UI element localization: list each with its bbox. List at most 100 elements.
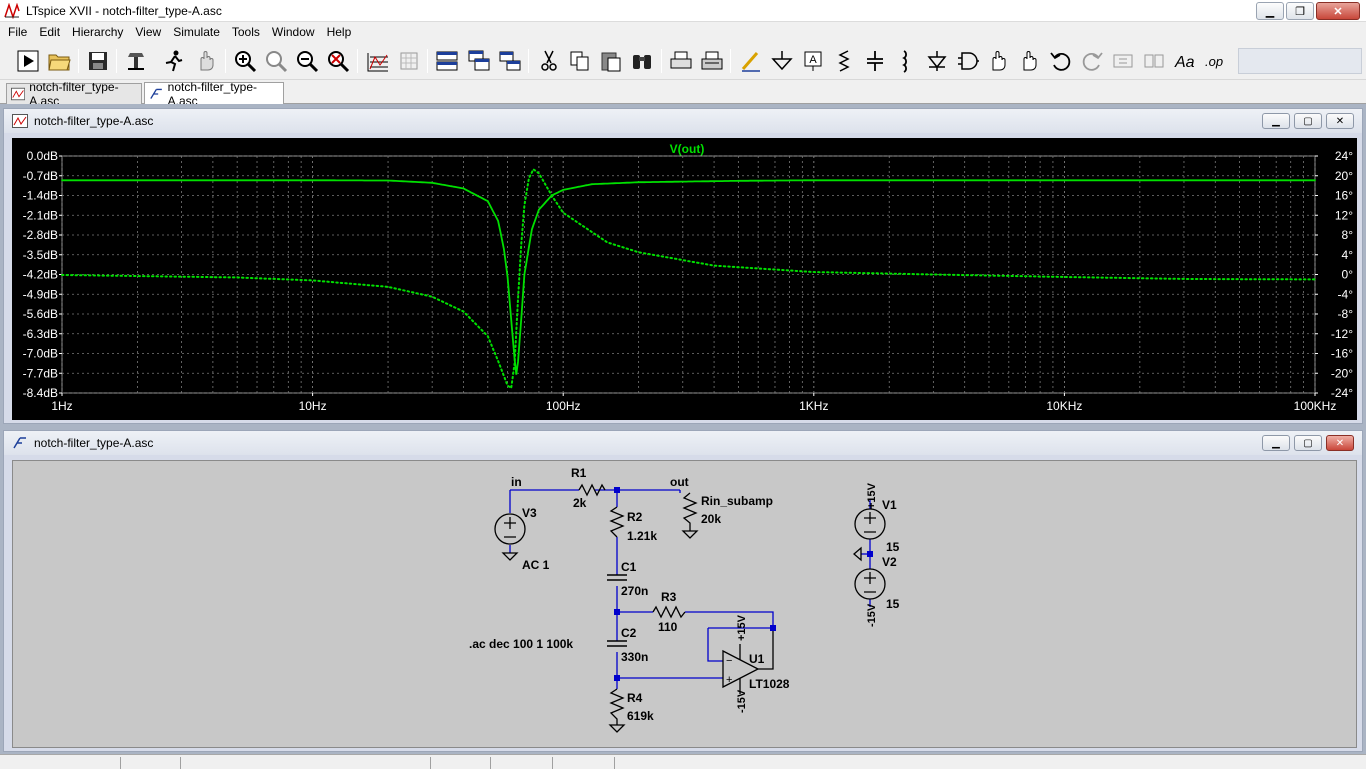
print-setup-button[interactable] xyxy=(698,47,726,75)
menu-file[interactable]: File xyxy=(2,22,33,42)
ground-button[interactable] xyxy=(768,47,796,75)
net-label-v1-plus15[interactable]: +15V xyxy=(866,482,878,509)
value-c1[interactable]: 270n xyxy=(621,584,648,598)
label-v2[interactable]: V2 xyxy=(882,555,897,569)
capacitor-c2[interactable] xyxy=(607,640,627,647)
zoom-fit-button[interactable] xyxy=(324,47,352,75)
cascade-button[interactable] xyxy=(465,47,493,75)
menu-hierarchy[interactable]: Hierarchy xyxy=(66,22,129,42)
tile-horizontal-button[interactable] xyxy=(433,47,461,75)
value-v3[interactable]: AC 1 xyxy=(522,558,550,572)
resistor-r4[interactable] xyxy=(609,688,625,725)
menu-simulate[interactable]: Simulate xyxy=(167,22,226,42)
paste-button[interactable] xyxy=(597,47,625,75)
schematic-minimize-button[interactable]: ▁ xyxy=(1262,435,1290,451)
label-u1[interactable]: U1 xyxy=(749,652,765,666)
label-c1[interactable]: C1 xyxy=(621,560,637,574)
label-v3[interactable]: V3 xyxy=(522,506,537,520)
label-r3[interactable]: R3 xyxy=(661,590,677,604)
menu-tools[interactable]: Tools xyxy=(226,22,266,42)
label-rin-subamp[interactable]: Rin_subamp xyxy=(701,494,773,508)
redo-button[interactable] xyxy=(1078,47,1106,75)
text-button[interactable]: Aa xyxy=(1171,47,1199,75)
plot-window-titlebar[interactable]: notch-filter_type-A.asc xyxy=(4,109,1362,133)
zoom-in-button[interactable] xyxy=(231,47,259,75)
label-r1[interactable]: R1 xyxy=(571,466,587,480)
net-label-out[interactable]: out xyxy=(670,475,689,489)
restore-button[interactable]: ❐ xyxy=(1286,2,1314,20)
tab-schematic[interactable]: notch-filter_type-A.asc xyxy=(144,80,284,108)
trace-magnitude[interactable] xyxy=(61,179,1316,375)
label-net-button[interactable]: A xyxy=(799,47,827,75)
copy-button[interactable] xyxy=(566,47,594,75)
zoom-out-button[interactable] xyxy=(293,47,321,75)
schematic-canvas[interactable]: − + in out R1 2k R2 1.21k Rin_subamp 20k… xyxy=(12,460,1357,748)
move-button[interactable] xyxy=(985,47,1013,75)
component-button[interactable] xyxy=(954,47,982,75)
plot-trace-label[interactable]: V(out) xyxy=(670,142,705,156)
net-label-u1-minus15[interactable]: -15V xyxy=(736,689,748,713)
net-label-v2-minus15[interactable]: -15V xyxy=(866,603,878,627)
net-label-u1-plus15[interactable]: +15V xyxy=(736,614,748,641)
label-c2[interactable]: C2 xyxy=(621,626,637,640)
resistor-button[interactable] xyxy=(830,47,858,75)
trace-phase[interactable] xyxy=(61,167,1316,390)
net-label-in[interactable]: in xyxy=(511,475,522,489)
menu-help[interactable]: Help xyxy=(321,22,358,42)
plot-close-button[interactable]: ✕ xyxy=(1326,113,1354,129)
schematic-svg[interactable]: − + in out R1 2k R2 1.21k Rin_subamp 20k… xyxy=(13,461,1358,749)
drag-button[interactable] xyxy=(1016,47,1044,75)
control-panel-button[interactable] xyxy=(122,47,150,75)
tile-vertical-button[interactable] xyxy=(496,47,524,75)
zoom-area-button[interactable] xyxy=(262,47,290,75)
label-r4[interactable]: R4 xyxy=(627,691,643,705)
voltage-source-v3[interactable] xyxy=(494,513,526,545)
capacitor-c1[interactable] xyxy=(607,574,627,581)
print-button[interactable] xyxy=(667,47,695,75)
schematic-close-button[interactable]: ✕ xyxy=(1326,435,1354,451)
value-rin-subamp[interactable]: 20k xyxy=(701,512,721,526)
draw-wire-button[interactable] xyxy=(737,47,765,75)
halt-button[interactable] xyxy=(160,47,188,75)
close-button[interactable]: ✕ xyxy=(1316,2,1360,20)
menu-view[interactable]: View xyxy=(129,22,167,42)
label-r2[interactable]: R2 xyxy=(627,510,643,524)
spice-directive-button[interactable]: .op xyxy=(1202,47,1230,75)
pan-button[interactable] xyxy=(192,47,220,75)
capacitor-button[interactable] xyxy=(861,47,889,75)
voltage-source-v1[interactable] xyxy=(854,508,886,540)
value-r3[interactable]: 110 xyxy=(658,620,678,634)
value-v2[interactable]: 15 xyxy=(886,597,900,611)
save-button[interactable] xyxy=(84,47,112,75)
menu-window[interactable]: Window xyxy=(266,22,321,42)
schematic-window-titlebar[interactable]: notch-filter_type-A.asc xyxy=(4,431,1362,455)
resistor-r3[interactable] xyxy=(652,605,686,619)
undo-button[interactable] xyxy=(1047,47,1075,75)
value-r2[interactable]: 1.21k xyxy=(627,529,657,543)
diode-button[interactable] xyxy=(923,47,951,75)
value-r1[interactable]: 2k xyxy=(573,496,587,510)
resistor-rin-subamp[interactable] xyxy=(682,492,698,531)
schematic-maximize-button[interactable]: ▢ xyxy=(1294,435,1322,451)
plot-maximize-button[interactable]: ▢ xyxy=(1294,113,1322,129)
rotate-button[interactable] xyxy=(1109,47,1137,75)
cut-button[interactable] xyxy=(535,47,563,75)
open-button[interactable] xyxy=(45,47,73,75)
spice-directive[interactable]: .ac dec 100 1 100k xyxy=(469,637,573,651)
autorange-button[interactable] xyxy=(364,47,392,75)
plot-minimize-button[interactable]: ▁ xyxy=(1262,113,1290,129)
voltage-source-v2[interactable] xyxy=(854,568,886,600)
resistor-r2[interactable] xyxy=(609,506,625,538)
find-button[interactable] xyxy=(628,47,656,75)
inductor-button[interactable] xyxy=(892,47,920,75)
tab-waveform[interactable]: notch-filter_type-A.asc xyxy=(6,80,142,108)
value-r4[interactable]: 619k xyxy=(627,709,654,723)
grid-button[interactable] xyxy=(395,47,423,75)
value-v1[interactable]: 15 xyxy=(886,540,900,554)
label-v1[interactable]: V1 xyxy=(882,498,897,512)
minimize-button[interactable]: ▁ xyxy=(1256,2,1284,20)
mirror-button[interactable] xyxy=(1140,47,1168,75)
value-u1[interactable]: LT1028 xyxy=(749,677,790,691)
run-button[interactable] xyxy=(14,47,42,75)
menu-edit[interactable]: Edit xyxy=(33,22,66,42)
